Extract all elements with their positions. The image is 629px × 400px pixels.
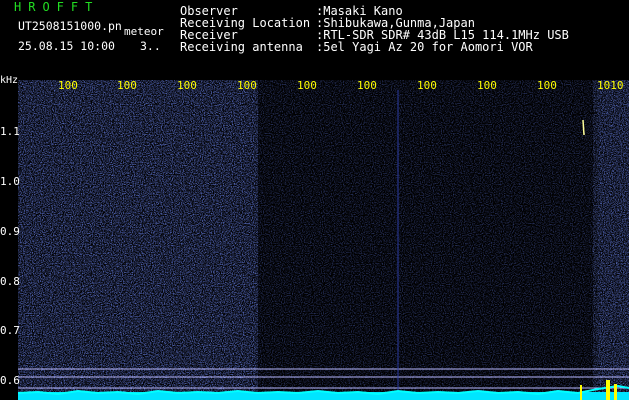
spectrogram-canvas — [18, 80, 629, 400]
x-tick-label: 100 — [237, 79, 257, 92]
x-tick-label: 100 — [357, 79, 377, 92]
meteor-echo — [582, 119, 585, 136]
count-value: 3.. — [140, 39, 161, 53]
x-tick-label: 100 — [58, 79, 78, 92]
meta-value: :5el Yagi Az 20 for Aomori VOR — [316, 40, 533, 54]
y-tick-label: 1.1 — [0, 125, 20, 138]
noise-band-middle — [258, 80, 598, 400]
meteor-label: meteor — [124, 25, 164, 38]
x-tick-label: 100 — [297, 79, 317, 92]
file-name: UT2508151000.pn — [18, 19, 122, 33]
app-title: HROFFT — [14, 0, 100, 14]
y-tick-label: 0.6 — [0, 374, 20, 387]
y-tick-label: 0.7 — [0, 324, 20, 337]
datetime: 25.08.15 10:00 — [18, 39, 115, 53]
x-tick-label: 100 — [117, 79, 137, 92]
meta-antenna: Receiving antenna :5el Yagi Az 20 for Aom… — [180, 41, 533, 53]
y-tick-label: 0.9 — [0, 225, 20, 238]
x-tick-label: 1010 — [597, 79, 624, 92]
y-tick-label: 1.0 — [0, 175, 20, 188]
x-tick-label: 100 — [417, 79, 437, 92]
x-tick-label: 100 — [477, 79, 497, 92]
x-tick-label: 100 — [537, 79, 557, 92]
y-tick-label: 0.8 — [0, 275, 20, 288]
spectrogram-plot — [18, 80, 629, 400]
x-tick-label: 100 — [177, 79, 197, 92]
marker — [606, 380, 610, 400]
y-axis-unit: kHz — [0, 75, 19, 86]
marker — [580, 385, 582, 400]
meta-key: Receiving antenna — [180, 40, 303, 54]
marker — [614, 384, 617, 400]
